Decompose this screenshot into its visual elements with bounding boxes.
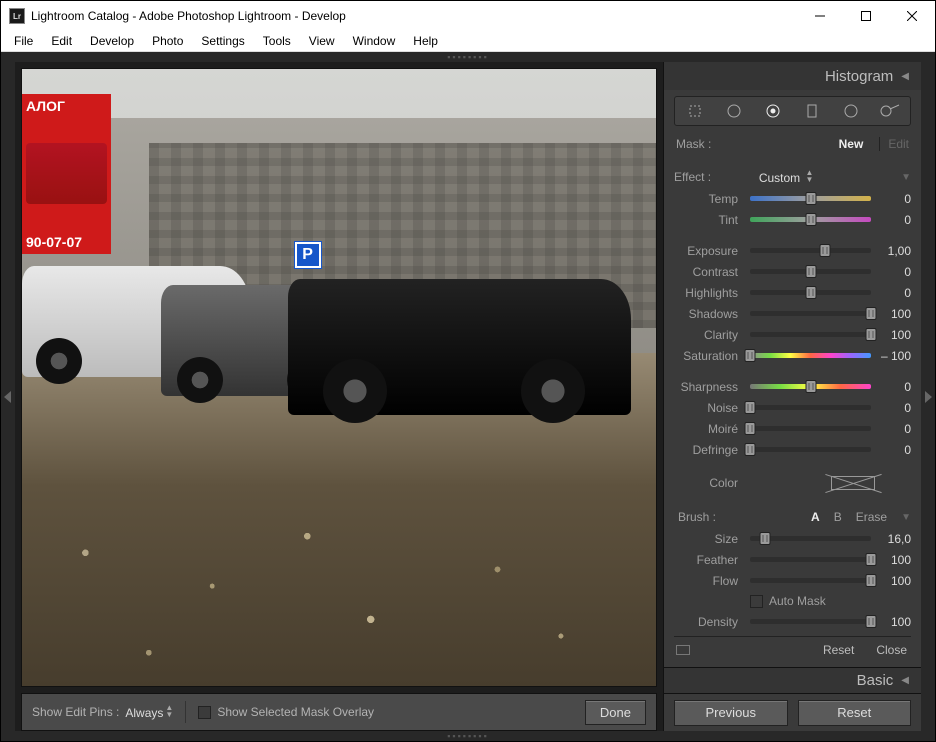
filmstrip-handle[interactable]: ▪▪▪▪▪▪▪▪ xyxy=(1,731,935,741)
maximize-button[interactable] xyxy=(843,1,889,31)
menu-window[interactable]: Window xyxy=(344,32,405,50)
menu-settings[interactable]: Settings xyxy=(192,32,253,50)
tint-value[interactable]: 0 xyxy=(875,213,911,227)
effect-disclose-icon[interactable]: ▼ xyxy=(901,172,911,183)
saturation-value[interactable]: – 100 xyxy=(875,349,911,363)
gradient-tool-icon[interactable] xyxy=(800,100,824,122)
moire-value[interactable]: 0 xyxy=(875,422,911,436)
defringe-value[interactable]: 0 xyxy=(875,443,911,457)
menu-help[interactable]: Help xyxy=(404,32,447,50)
menu-photo[interactable]: Photo xyxy=(143,32,192,50)
top-panel-handle[interactable]: ▪▪▪▪▪▪▪▪ xyxy=(1,52,935,62)
crop-tool-icon[interactable] xyxy=(683,100,707,122)
histogram-panel-header[interactable]: Histogram◀ xyxy=(664,62,921,90)
brush-feather-slider[interactable] xyxy=(750,557,871,562)
window-title: Lightroom Catalog - Adobe Photoshop Ligh… xyxy=(31,9,797,23)
shadows-slider[interactable] xyxy=(750,311,871,316)
show-edit-pins-label: Show Edit Pins : xyxy=(32,705,119,719)
highlights-value[interactable]: 0 xyxy=(875,286,911,300)
show-edit-pins-dropdown[interactable]: Always▲▼ xyxy=(125,704,173,720)
menu-view[interactable]: View xyxy=(300,32,344,50)
noise-slider[interactable] xyxy=(750,405,871,410)
clarity-slider[interactable] xyxy=(750,332,871,337)
exposure-value[interactable]: 1,00 xyxy=(875,244,911,258)
spot-tool-icon[interactable] xyxy=(722,100,746,122)
highlights-slider[interactable] xyxy=(750,290,871,295)
color-label: Color xyxy=(674,476,746,490)
billboard: АЛОГ 90-07-07 xyxy=(22,94,111,254)
parking-sign: P xyxy=(295,242,321,268)
brush-density-value[interactable]: 100 xyxy=(875,615,911,629)
brush-flow-slider[interactable] xyxy=(750,578,871,583)
close-button[interactable] xyxy=(889,1,935,31)
titlebar: Lr Lightroom Catalog - Adobe Photoshop L… xyxy=(1,1,935,31)
contrast-slider[interactable] xyxy=(750,269,871,274)
radial-tool-icon[interactable] xyxy=(839,100,863,122)
noise-value[interactable]: 0 xyxy=(875,401,911,415)
brush-reset-button[interactable]: Reset xyxy=(823,643,854,657)
brush-size-value[interactable]: 16,0 xyxy=(875,532,911,546)
sharpness-value[interactable]: 0 xyxy=(875,380,911,394)
redeye-tool-icon[interactable] xyxy=(761,100,785,122)
defringe-slider[interactable] xyxy=(750,447,871,452)
color-swatch[interactable] xyxy=(831,476,875,490)
tint-slider[interactable] xyxy=(750,217,871,222)
done-button[interactable]: Done xyxy=(585,700,646,725)
mask-overlay-checkbox[interactable] xyxy=(198,706,211,719)
exposure-slider[interactable] xyxy=(750,248,871,253)
automask-checkbox[interactable] xyxy=(750,595,763,608)
brush-disclose-icon[interactable]: ▼ xyxy=(901,512,911,523)
clarity-value[interactable]: 100 xyxy=(875,328,911,342)
brush-size-slider[interactable] xyxy=(750,536,871,541)
basic-panel-header[interactable]: Basic◀ xyxy=(664,667,921,693)
menu-file[interactable]: File xyxy=(5,32,42,50)
automask-label: Auto Mask xyxy=(769,594,826,608)
temp-slider[interactable] xyxy=(750,196,871,201)
edited-photo: АЛОГ 90-07-07 P xyxy=(22,69,656,686)
canvas-toolbar: Show Edit Pins : Always▲▼ Show Selected … xyxy=(21,693,657,731)
saturation-slider[interactable] xyxy=(750,353,871,358)
minimize-button[interactable] xyxy=(797,1,843,31)
menubar: File Edit Develop Photo Settings Tools V… xyxy=(1,31,935,52)
panel-switch-icon[interactable] xyxy=(676,645,690,655)
moire-slider[interactable] xyxy=(750,426,871,431)
local-adjust-toolbar xyxy=(674,96,911,126)
menu-develop[interactable]: Develop xyxy=(81,32,143,50)
mask-new-button[interactable]: New xyxy=(839,137,864,151)
brush-b[interactable]: B xyxy=(834,510,842,524)
reset-button[interactable]: Reset xyxy=(798,700,912,726)
mask-overlay-label: Show Selected Mask Overlay xyxy=(217,705,374,719)
menu-edit[interactable]: Edit xyxy=(42,32,81,50)
photo-canvas[interactable]: АЛОГ 90-07-07 P xyxy=(21,68,657,687)
menu-tools[interactable]: Tools xyxy=(254,32,300,50)
brush-erase[interactable]: Erase xyxy=(856,510,887,524)
brush-flow-value[interactable]: 100 xyxy=(875,574,911,588)
shadows-value[interactable]: 100 xyxy=(875,307,911,321)
brush-close-button[interactable]: Close xyxy=(876,643,907,657)
contrast-value[interactable]: 0 xyxy=(875,265,911,279)
temp-value[interactable]: 0 xyxy=(875,192,911,206)
brush-density-slider[interactable] xyxy=(750,619,871,624)
left-panel-toggle[interactable] xyxy=(1,62,15,731)
brush-label: Brush : xyxy=(678,510,716,524)
mask-edit-button: Edit xyxy=(888,137,909,151)
brush-feather-value[interactable]: 100 xyxy=(875,553,911,567)
sharpness-slider[interactable] xyxy=(750,384,871,389)
effect-dropdown[interactable]: Custom ▲▼ xyxy=(759,169,814,185)
previous-button[interactable]: Previous xyxy=(674,700,788,726)
app-icon: Lr xyxy=(9,8,25,24)
mask-label: Mask : xyxy=(676,137,711,151)
right-panel-toggle[interactable] xyxy=(921,62,935,731)
brush-tool-icon[interactable] xyxy=(878,100,902,122)
effect-label: Effect : xyxy=(674,170,711,184)
brush-a[interactable]: A xyxy=(811,510,820,524)
develop-right-panel: Histogram◀ Mask : New Edit xyxy=(663,62,921,731)
